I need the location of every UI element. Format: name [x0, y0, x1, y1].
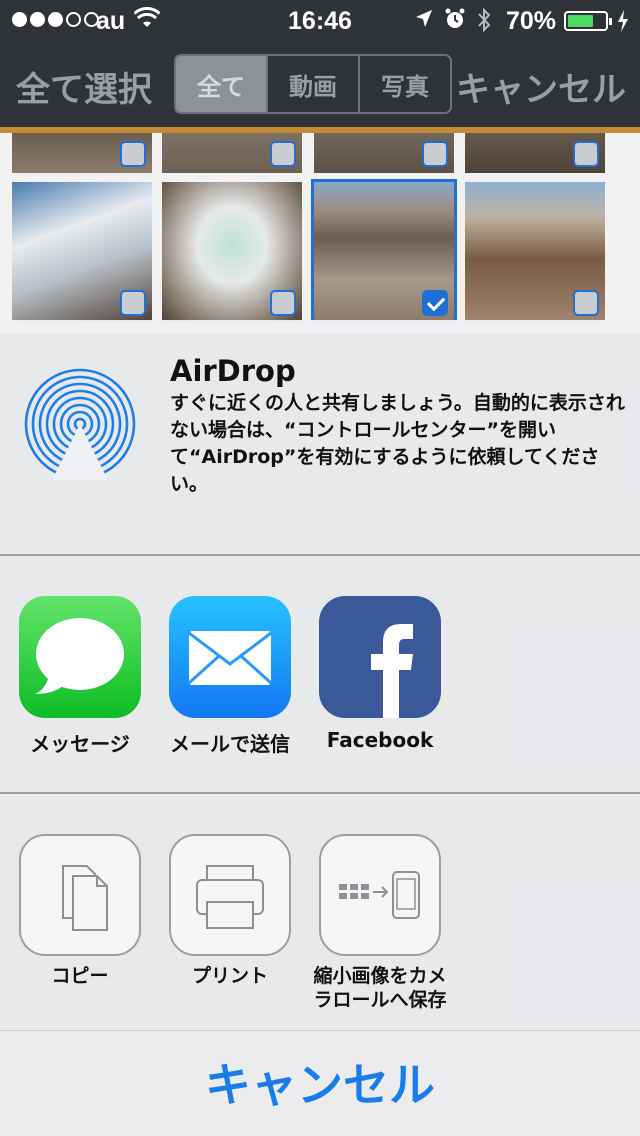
photo-thumbnail[interactable]	[314, 133, 454, 173]
media-filter-segmented-control: 全て 動画 写真	[174, 54, 452, 114]
photo-thumbnail-selected[interactable]	[311, 179, 457, 325]
select-all-button[interactable]: 全て選択	[16, 62, 152, 111]
save-to-camera-roll-icon[interactable]	[319, 834, 441, 956]
share-app-label: Facebook	[326, 728, 434, 752]
action-print[interactable]: プリント	[155, 834, 305, 988]
action-save-to-camera-roll[interactable]: 縮小画像をカメラロールへ保存	[305, 834, 455, 1012]
airdrop-description: すぐに近くの人と共有しましょう。自動的に表示されない場合は、“コントロールセンタ…	[170, 392, 625, 495]
cancel-bar: キャンセル	[0, 1030, 640, 1136]
share-app-messages[interactable]: メッセージ	[5, 596, 155, 757]
airdrop-icon	[24, 368, 136, 480]
photo-checkbox[interactable]	[422, 141, 448, 167]
alarm-icon	[444, 8, 466, 37]
photo-checkbox[interactable]	[270, 141, 296, 167]
airdrop-title: AirDrop	[170, 354, 296, 388]
share-apps-row: メッセージ メールで送信 Facebook	[0, 556, 640, 794]
share-app-label: メールで送信	[170, 732, 290, 756]
photo-thumbnail[interactable]	[465, 133, 605, 173]
photo-toolbar: 全て選択 全て 動画 写真 キャンセル	[0, 40, 640, 130]
photo-checkbox[interactable]	[120, 290, 146, 316]
action-label: コピー	[51, 965, 109, 987]
segment-photo[interactable]: 写真	[360, 56, 450, 112]
print-icon[interactable]	[169, 834, 291, 956]
airdrop-section[interactable]: AirDrop すぐに近くの人と共有しましょう。自動的に表示されない場合は、“コ…	[0, 320, 640, 556]
share-sheet: AirDrop すぐに近くの人と共有しましょう。自動的に表示されない場合は、“コ…	[0, 320, 640, 1030]
photo-thumbnail[interactable]	[12, 133, 152, 173]
share-app-mail[interactable]: メールで送信	[155, 596, 305, 757]
segment-all[interactable]: 全て	[176, 56, 268, 112]
photo-checkbox[interactable]	[573, 290, 599, 316]
photo-checkbox[interactable]	[120, 141, 146, 167]
charging-icon	[617, 10, 629, 39]
photo-checkbox[interactable]	[270, 290, 296, 316]
action-label: 縮小画像をカメラロールへ保存	[313, 965, 447, 1011]
toolbar-cancel-button[interactable]: キャンセル	[456, 62, 626, 111]
action-copy[interactable]: コピー	[5, 834, 155, 988]
facebook-icon[interactable]	[319, 596, 441, 718]
photo-thumbnail[interactable]	[162, 182, 302, 322]
share-app-facebook[interactable]: Facebook	[305, 596, 455, 752]
mail-icon[interactable]	[169, 596, 291, 718]
status-bar: au 16:46 70%	[0, 0, 640, 40]
photo-checkbox-checked[interactable]	[422, 290, 448, 316]
bluetooth-icon	[476, 7, 492, 40]
location-icon	[414, 8, 434, 37]
battery-percent: 70%	[506, 7, 557, 35]
share-app-label: メッセージ	[30, 732, 130, 756]
segment-video[interactable]: 動画	[268, 56, 360, 112]
messages-icon[interactable]	[19, 596, 141, 718]
action-label: プリント	[191, 965, 268, 987]
photo-checkbox[interactable]	[573, 141, 599, 167]
photo-thumbnail[interactable]	[12, 182, 152, 322]
photo-thumbnail[interactable]	[162, 133, 302, 173]
cancel-button[interactable]: キャンセル	[0, 1049, 640, 1115]
photo-thumbnail[interactable]	[465, 182, 605, 322]
battery-icon	[564, 11, 612, 31]
share-actions-row: コピー プリント 縮小画像をカメラロールへ保存	[0, 794, 640, 1030]
copy-icon[interactable]	[19, 834, 141, 956]
photo-grid	[0, 133, 640, 333]
